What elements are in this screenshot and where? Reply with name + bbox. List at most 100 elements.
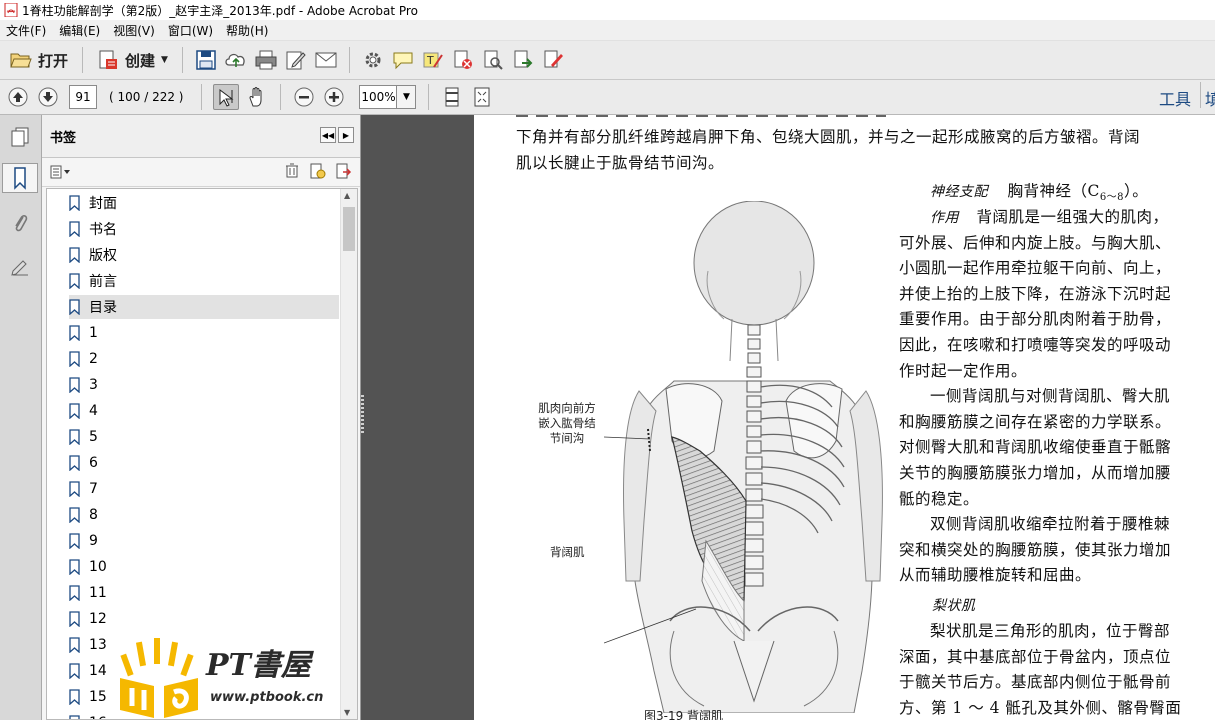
collapse-panel-button[interactable]: ◀◀ <box>320 127 336 143</box>
panel-options-button[interactable]: ▶ <box>338 127 354 143</box>
body-text-line: 可外展、后伸和内旋上肢。与胸大肌、 <box>899 233 1172 252</box>
body-text-line: 突和横突处的胸腰筋膜，使其张力增加 <box>899 540 1172 559</box>
select-tool-icon[interactable] <box>213 84 240 110</box>
bookmark-item[interactable]: 3 <box>69 373 339 397</box>
menu-view[interactable]: 视图(V) <box>107 22 162 39</box>
bookmark-item[interactable]: 目录 <box>69 295 339 319</box>
chevron-down-icon[interactable]: ▼ <box>396 86 416 108</box>
folder-icon <box>10 53 32 68</box>
bookmark-item[interactable]: 5 <box>69 425 339 449</box>
print-icon[interactable] <box>254 48 278 72</box>
body-text-line: 双侧背阔肌收缩牵拉附着于腰椎棘 <box>930 515 1171 534</box>
bookmark-icon <box>69 221 80 237</box>
title-bar: 1脊柱功能解剖学（第2版）_赵宇主泽_2013年.pdf - Adobe Acr… <box>0 0 1215 20</box>
save-icon[interactable] <box>194 48 218 72</box>
bookmark-label: 1 <box>89 325 98 341</box>
figure-label-line: 嵌入肱骨结 <box>538 416 596 430</box>
bookmarks-title: 书签 <box>50 130 77 146</box>
delete-pages-icon[interactable] <box>451 48 475 72</box>
new-bookmark-icon[interactable] <box>308 162 326 183</box>
bookmark-item[interactable]: 4 <box>69 399 339 423</box>
hand-tool-icon[interactable] <box>245 85 269 109</box>
tools-pane-link[interactable]: 工具 <box>1159 86 1191 110</box>
bookmark-item[interactable]: 11 <box>69 581 339 605</box>
bookmark-icon <box>69 273 80 289</box>
bookmark-item[interactable]: 2 <box>69 347 339 371</box>
page-thumbnails-icon[interactable] <box>6 123 34 151</box>
email-icon[interactable] <box>314 48 338 72</box>
bookmark-label: 5 <box>89 429 98 445</box>
highlight-text-icon[interactable]: T <box>421 48 445 72</box>
gear-icon[interactable] <box>361 48 385 72</box>
sign-document-icon[interactable] <box>541 48 565 72</box>
previous-page-icon[interactable] <box>6 85 30 109</box>
attachments-icon[interactable] <box>6 209 34 237</box>
bookmark-item[interactable]: 7 <box>69 477 339 501</box>
edit-document-icon[interactable] <box>284 48 308 72</box>
bookmark-item[interactable]: 10 <box>69 555 339 579</box>
pdf-page: 下角并有部分肌纤维跨越肩胛下角、包绕大圆肌，并与之一起形成腋窝的后方皱褶。背阔 … <box>474 115 1215 720</box>
ptbook-logo-icon <box>120 638 198 718</box>
bookmark-icon <box>69 481 80 497</box>
full-screen-icon[interactable] <box>470 85 494 109</box>
body-text-line: 关节的胸腰筋膜张力增加，从而增加腰 <box>899 464 1172 482</box>
bookmark-icon <box>69 351 80 367</box>
bookmark-icon <box>69 247 80 263</box>
bookmark-label: 3 <box>89 377 98 393</box>
trash-icon[interactable] <box>284 162 300 183</box>
zoom-select[interactable]: 100% ▼ <box>359 85 417 109</box>
bookmark-label: 前言 <box>89 274 117 290</box>
bookmark-item[interactable]: 8 <box>69 503 339 527</box>
create-button[interactable]: 创建 ▼ <box>91 46 174 74</box>
signatures-icon[interactable] <box>6 253 34 281</box>
bookmark-label: 10 <box>89 559 107 575</box>
menu-help[interactable]: 帮助(H) <box>220 22 275 39</box>
body-text-line: 方、第 1 ～ 4 骶孔及其外侧、髂骨臀面 <box>899 698 1182 717</box>
action-heading-line: 作用 背阔肌是一组强大的肌肉， <box>930 205 1168 227</box>
export-icon[interactable] <box>511 48 535 72</box>
fit-page-icon[interactable] <box>440 85 464 109</box>
create-pdf-icon <box>99 50 118 69</box>
search-document-icon[interactable] <box>481 48 505 72</box>
figure-label-line: 节间沟 <box>549 431 585 445</box>
body-text-line: 骶的稳定。 <box>899 489 980 508</box>
bookmark-item[interactable]: 前言 <box>69 269 339 293</box>
body-text-line: 肌以长腱止于肱骨结节间沟。 <box>516 154 725 172</box>
bookmark-item[interactable]: 版权 <box>69 243 339 267</box>
comment-icon[interactable] <box>391 48 415 72</box>
menu-window[interactable]: 窗口(W) <box>162 22 220 39</box>
body-text-line: 深面，其中基底部位于骨盆内，顶点位 <box>899 647 1172 666</box>
bookmark-label: 13 <box>89 637 107 653</box>
page-number-input[interactable]: 91 <box>69 85 97 109</box>
menu-file[interactable]: 文件(F) <box>0 22 53 39</box>
bookmark-item[interactable]: 9 <box>69 529 339 553</box>
options-menu-icon[interactable] <box>49 160 75 184</box>
bookmark-item[interactable]: 1 <box>69 321 339 345</box>
zoom-out-icon[interactable] <box>292 85 316 109</box>
document-viewport: 下角并有部分肌纤维跨越肩胛下角、包绕大圆肌，并与之一起形成腋窝的后方皱褶。背阔 … <box>361 115 1215 720</box>
next-page-icon[interactable] <box>36 85 60 109</box>
figure-label-insertion: 肌肉向前方 嵌入肱骨结 节间沟 <box>522 401 612 446</box>
anatomy-figure-back <box>604 201 883 713</box>
fill-sign-pane-link[interactable]: 填 <box>1205 86 1215 110</box>
splitter-grip[interactable] <box>361 395 364 435</box>
body-text-line: 作时起一定作用。 <box>899 361 1028 380</box>
bookmark-item[interactable]: 封面 <box>69 191 339 215</box>
open-button[interactable]: 打开 <box>4 46 74 74</box>
menu-edit[interactable]: 编辑(E) <box>53 22 107 39</box>
bookmark-item[interactable]: 6 <box>69 451 339 475</box>
navigation-pane-strip <box>0 115 42 720</box>
body-text-line: 背阔肌是一组强大的肌肉， <box>976 208 1169 226</box>
toolbar-divider <box>348 47 350 73</box>
dropdown-arrow-icon: ▼ <box>161 55 168 65</box>
scrollbar-thumb[interactable] <box>343 207 355 251</box>
pdf-app-icon <box>4 3 18 17</box>
bookmark-icon <box>69 715 80 719</box>
expand-bookmark-icon[interactable] <box>334 162 352 183</box>
zoom-in-icon[interactable] <box>322 85 346 109</box>
bookmarks-icon[interactable] <box>2 163 38 193</box>
scroll-up-icon[interactable]: ▲ <box>344 191 350 200</box>
open-label: 打开 <box>38 51 69 70</box>
cloud-upload-icon[interactable] <box>224 48 248 72</box>
bookmark-item[interactable]: 书名 <box>69 217 339 241</box>
